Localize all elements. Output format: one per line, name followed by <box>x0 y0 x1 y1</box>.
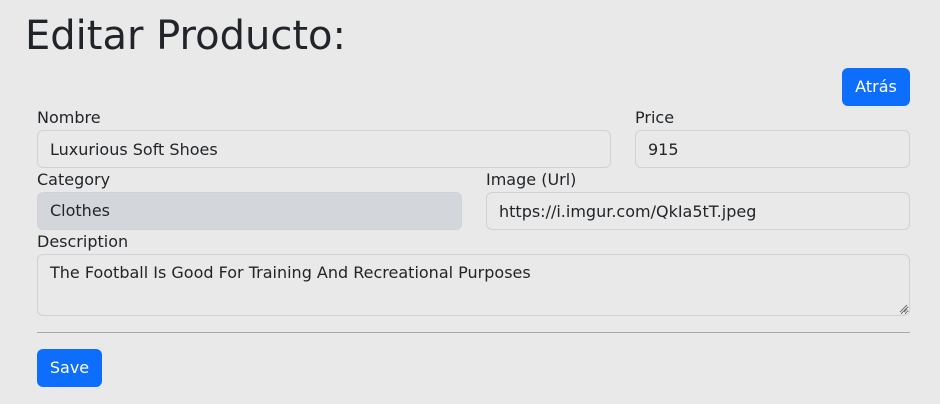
price-label: Price <box>635 108 675 127</box>
image-url-label: Image (Url) <box>486 170 577 189</box>
name-label: Nombre <box>37 108 101 127</box>
category-select[interactable]: Clothes <box>37 192 462 230</box>
page-title: Editar Producto: <box>25 13 346 59</box>
back-button[interactable]: Atrás <box>842 68 910 106</box>
save-button[interactable]: Save <box>37 349 102 387</box>
name-input[interactable] <box>37 130 611 168</box>
description-textarea[interactable]: The Football Is Good For Training And Re… <box>37 254 910 316</box>
image-url-input[interactable] <box>486 192 910 230</box>
form-divider <box>37 332 910 333</box>
description-label: Description <box>37 232 129 251</box>
edit-product-page: Editar Producto: Atrás Nombre Price Cate… <box>0 0 940 404</box>
category-label: Category <box>37 170 111 189</box>
price-input[interactable] <box>635 130 910 168</box>
